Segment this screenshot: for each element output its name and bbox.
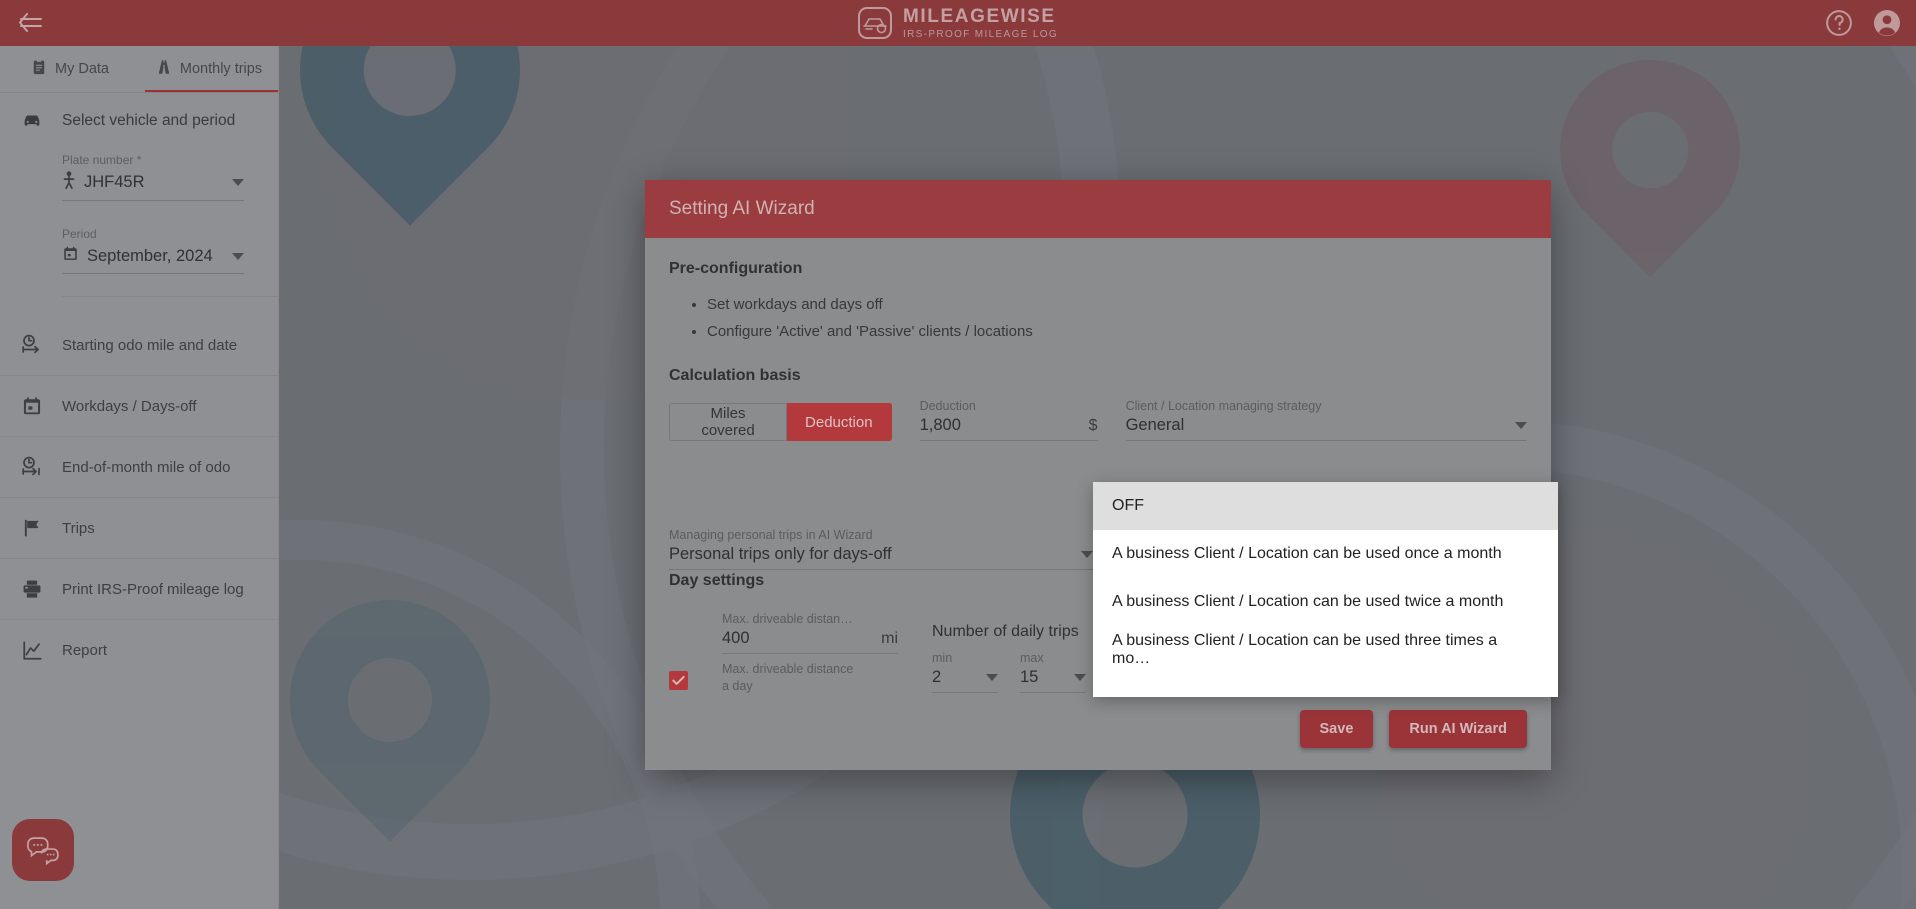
plate-number-field[interactable]: Plate number * JHF45R bbox=[62, 153, 244, 201]
client-location-strategy-select[interactable]: Client / Location managing strategy Gene… bbox=[1125, 399, 1527, 442]
period-label: Period bbox=[62, 227, 97, 241]
chevron-down-icon[interactable] bbox=[1074, 673, 1086, 681]
help-circle-icon[interactable] bbox=[1824, 8, 1854, 38]
max-driveable-distance-label: Max. driveable distan… bbox=[722, 612, 853, 626]
personal-trips-label: Managing personal trips in AI Wizard bbox=[669, 528, 873, 542]
sidebar-item-label: Report bbox=[62, 641, 108, 659]
account-circle-icon[interactable] bbox=[1872, 8, 1902, 38]
dropdown-option-once-a-month[interactable]: A business Client / Location can be used… bbox=[1093, 530, 1558, 578]
dialog-actions: Save Run AI Wizard bbox=[1299, 710, 1527, 748]
preconfiguration-heading: Pre-configuration bbox=[669, 260, 803, 277]
sidebar-item-label: Trips bbox=[62, 519, 95, 537]
printer-icon bbox=[20, 577, 44, 601]
deduction-label: Deduction bbox=[919, 399, 976, 414]
calendar-icon bbox=[62, 245, 79, 267]
sidebar-item-label: Workdays / Days-off bbox=[62, 397, 197, 415]
dropdown-option-off[interactable]: OFF bbox=[1093, 482, 1558, 530]
chart-line-icon bbox=[20, 638, 44, 662]
sidebar-item-trips[interactable]: Trips bbox=[0, 497, 278, 558]
sidebar-section-select-vehicle[interactable]: Select vehicle and period bbox=[0, 93, 278, 149]
sidebar-divider bbox=[62, 296, 278, 297]
car-icon bbox=[20, 109, 44, 133]
chevron-down-icon[interactable] bbox=[232, 252, 244, 260]
odometer-start-icon bbox=[20, 333, 44, 357]
deduction-toggle[interactable]: Deduction bbox=[787, 403, 892, 442]
miles-covered-toggle[interactable]: Miles covered bbox=[669, 403, 788, 442]
client-location-strategy-value: General bbox=[1125, 416, 1185, 435]
strategy-options-dropdown: OFF A business Client / Location can be … bbox=[1093, 482, 1558, 697]
calculation-basis-row: Miles covered Deduction Deduction 1,800 … bbox=[669, 399, 1527, 442]
chevron-down-icon[interactable] bbox=[1514, 422, 1527, 430]
max-distance-checkbox[interactable] bbox=[669, 670, 688, 690]
deduction-field[interactable]: Deduction 1,800 $ bbox=[919, 399, 1098, 442]
daily-trips-max-select[interactable]: max 15 bbox=[1020, 651, 1086, 693]
client-location-strategy-label: Client / Location managing strategy bbox=[1125, 399, 1322, 414]
save-button[interactable]: Save bbox=[1299, 710, 1374, 748]
chevron-down-icon[interactable] bbox=[986, 673, 998, 681]
list-item: Configure 'Active' and 'Passive' clients… bbox=[707, 319, 1527, 346]
distance-unit-suffix: mi bbox=[881, 629, 898, 647]
sidebar-item-label: End-of-month mile of odo bbox=[62, 458, 231, 476]
sidebar-item-print-log[interactable]: Print IRS-Proof mileage log bbox=[0, 558, 278, 619]
calculation-basis-segmented-control: Miles covered Deduction bbox=[669, 403, 892, 442]
dropdown-option-three-times-a-month[interactable]: A business Client / Location can be used… bbox=[1093, 626, 1558, 674]
brand-title: MILEAGEWISE bbox=[902, 5, 1056, 27]
brand-subtitle: IRS-PROOF MILEAGE LOG bbox=[902, 28, 1059, 40]
sidebar-section-title: Select vehicle and period bbox=[62, 112, 236, 129]
max-driveable-distance-field[interactable]: Max. driveable distan… 400 mi bbox=[722, 612, 898, 654]
sidebar-item-starting-odo[interactable]: Starting odo mile and date bbox=[0, 315, 278, 375]
brand-logo: MILEAGEWISE IRS-PROOF MILEAGE LOG bbox=[0, 7, 1916, 40]
tab-my-data[interactable]: My Data bbox=[0, 46, 139, 92]
daily-trips-max-value: 15 bbox=[1020, 667, 1039, 686]
chevron-down-icon[interactable] bbox=[1081, 551, 1093, 558]
personal-trips-value: Personal trips only for days-off bbox=[669, 545, 892, 563]
chevron-down-icon[interactable] bbox=[232, 179, 244, 186]
max-driveable-distance-input[interactable]: 400 bbox=[722, 629, 750, 648]
dialog-title-bar: Setting AI Wizard bbox=[645, 180, 1551, 238]
daily-trips-min-label: min bbox=[932, 650, 953, 665]
chat-bubbles-icon[interactable] bbox=[12, 819, 74, 881]
personal-trips-select[interactable]: Managing personal trips in AI Wizard Per… bbox=[669, 528, 1093, 570]
period-field[interactable]: Period September, 2024 bbox=[62, 227, 244, 274]
sidebar-item-workdays[interactable]: Workdays / Days-off bbox=[0, 375, 278, 436]
left-sidebar: My Data Monthly trips Select vehicle and bbox=[0, 46, 279, 909]
sidebar-item-report[interactable]: Report bbox=[0, 619, 278, 680]
list-item: Set workdays and days off bbox=[707, 292, 1527, 319]
preconfiguration-list: Set workdays and days off Configure 'Act… bbox=[707, 292, 1527, 345]
tab-monthly-trips[interactable]: Monthly trips bbox=[139, 46, 278, 92]
sidebar-item-label: Print IRS-Proof mileage log bbox=[62, 580, 244, 598]
dialog-title: Setting AI Wizard bbox=[669, 198, 815, 219]
max-driveable-distance-hint: Max. driveable distance a day bbox=[722, 662, 854, 693]
deduction-currency-suffix: $ bbox=[1088, 416, 1098, 434]
sidebar-item-label: Starting odo mile and date bbox=[62, 336, 238, 354]
daily-trips-max-label: max bbox=[1020, 650, 1044, 665]
dropdown-option-twice-a-month[interactable]: A business Client / Location can be used… bbox=[1093, 578, 1558, 626]
tab-my-data-label: My Data bbox=[55, 61, 109, 77]
flag-icon bbox=[20, 516, 44, 540]
odometer-end-icon bbox=[20, 455, 44, 479]
daily-trips-min-value: 2 bbox=[932, 667, 942, 686]
highway-icon bbox=[155, 58, 173, 80]
sidebar-item-end-of-month-odo[interactable]: End-of-month mile of odo bbox=[0, 436, 278, 497]
plate-number-value: JHF45R bbox=[84, 173, 145, 191]
car-logo-icon bbox=[857, 7, 892, 39]
appbar-actions bbox=[1824, 8, 1902, 38]
clipboard-icon bbox=[30, 58, 48, 80]
period-value: September, 2024 bbox=[87, 246, 213, 265]
sidebar-tabs: My Data Monthly trips bbox=[0, 46, 278, 93]
daily-trips-min-select[interactable]: min 2 bbox=[932, 651, 998, 693]
collapse-left-icon[interactable] bbox=[0, 13, 60, 33]
top-app-bar: MILEAGEWISE IRS-PROOF MILEAGE LOG bbox=[0, 0, 1916, 46]
calendar-icon bbox=[20, 394, 44, 418]
vehicle-pin-icon bbox=[62, 171, 76, 194]
deduction-input[interactable]: 1,800 bbox=[920, 416, 961, 435]
calculation-basis-heading: Calculation basis bbox=[669, 367, 801, 385]
number-of-daily-trips-heading: Number of daily trips bbox=[932, 622, 1079, 640]
run-ai-wizard-button[interactable]: Run AI Wizard bbox=[1389, 710, 1527, 748]
tab-monthly-trips-label: Monthly trips bbox=[179, 61, 263, 77]
plate-number-label: Plate number * bbox=[62, 153, 142, 167]
